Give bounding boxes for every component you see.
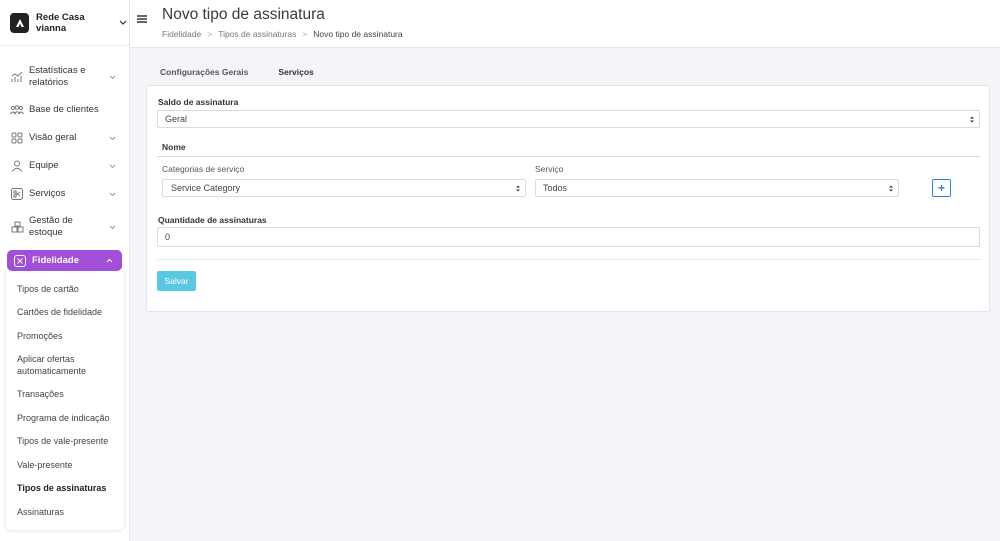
loyalty-icon [13,254,27,268]
page-title: Novo tipo de assinatura [162,6,325,23]
sidebar-item-label: Base de clientes [29,104,99,115]
select-arrows-icon [969,115,975,124]
breadcrumb-separator: > [207,29,213,39]
quantidade-label: Quantidade de assinaturas [158,215,267,225]
nome-divider [157,156,980,157]
form-tabs: Configurações Gerais Serviços [160,67,314,77]
sidebar-item-label: Gestão de estoque [29,215,73,238]
tab-configuracoes-gerais[interactable]: Configurações Gerais [160,67,248,77]
sidebar-item-gestao-estoque[interactable]: Gestão de estoque [0,208,129,246]
sidebar-item-label: Visão geral [29,132,77,143]
sidebar-item-equipe[interactable]: Equipe [0,152,129,180]
brand-logo [10,12,30,33]
saldo-select[interactable]: Geral [157,110,980,128]
boxes-icon [10,220,24,234]
quantidade-input-value: 0 [165,232,171,242]
breadcrumb-link-fidelidade[interactable]: Fidelidade [162,29,201,39]
sidebar-item-estatisticas[interactable]: Estatísticas e relatórios [0,58,129,96]
servico-select-value: Todos [543,183,568,193]
saldo-select-value: Geral [165,114,188,124]
nome-header: Nome [162,142,186,152]
hamburger-icon[interactable] [137,14,147,24]
chevron-up-icon [106,256,116,266]
breadcrumb-current: Novo tipo de assinatura [313,29,403,39]
submenu-item-aplicar-ofertas[interactable]: Aplicar ofertas automaticamente [6,348,124,383]
submenu-item-assinaturas[interactable]: Assinaturas [6,500,124,524]
categorias-label: Categorias de serviço [162,164,245,174]
sidebar-item-label: Fidelidade [32,254,79,266]
user-icon [10,159,24,173]
breadcrumb-link-tipos-assinaturas[interactable]: Tipos de assinaturas [218,29,296,39]
categorias-select-value: Service Category [171,183,241,193]
sidebar-nav: Estatísticas e relatórios Base de client… [0,46,129,531]
select-arrows-icon [515,184,521,193]
sidebar-item-label: Estatísticas e relatórios [29,65,86,88]
sidebar-item-fidelidade[interactable]: Fidelidade [7,250,122,271]
users-icon [10,103,24,117]
sidebar-item-label: Serviços [29,188,66,199]
submenu-item-tipos-assinaturas[interactable]: Tipos de assinaturas [6,477,124,501]
tab-servicos[interactable]: Serviços [278,67,313,77]
page-header: Novo tipo de assinatura Fidelidade > Tip… [130,0,1000,48]
select-arrows-icon [888,184,894,193]
sidebar-item-base-clientes[interactable]: Base de clientes [0,96,129,124]
grid-icon [10,131,24,145]
sidebar: Rede Casa vianna Estatísticas e relatóri… [0,0,130,541]
form-card: Saldo de assinatura Geral Nome Categoria… [146,85,990,312]
breadcrumb-separator: > [302,29,308,39]
chevron-down-icon [119,18,129,28]
chevron-down-icon [109,161,119,171]
sidebar-item-label: Equipe [29,160,59,171]
submenu-item-cartoes-fidelidade[interactable]: Cartões de fidelidade [6,301,124,325]
chevron-down-icon [109,133,119,143]
fidelidade-submenu: Tipos de cartão Cartões de fidelidade Pr… [5,271,125,531]
brand-switcher[interactable]: Rede Casa vianna [0,0,129,46]
servico-label: Serviço [535,164,564,174]
saldo-label: Saldo de assinatura [158,97,239,107]
quantidade-input[interactable]: 0 [157,227,980,247]
submenu-item-tipos-vale-presente[interactable]: Tipos de vale-presente [6,430,124,454]
chart-icon [10,70,24,84]
submenu-item-transacoes[interactable]: Transações [6,383,124,407]
scissors-icon [10,187,24,201]
save-button[interactable]: Salvar [157,271,196,291]
submenu-item-programa-indicacao[interactable]: Programa de indicação [6,406,124,430]
sidebar-item-visao-geral[interactable]: Visão geral [0,124,129,152]
add-service-button[interactable]: + [932,179,951,197]
sidebar-item-servicos[interactable]: Serviços [0,180,129,208]
chevron-down-icon [109,189,119,199]
submenu-item-tipos-cartao[interactable]: Tipos de cartão [6,277,124,301]
breadcrumb: Fidelidade > Tipos de assinaturas > Novo… [162,29,403,39]
categorias-select[interactable]: Service Category [162,179,526,197]
brand-name: Rede Casa vianna [36,11,85,34]
chevron-down-icon [109,222,119,232]
submenu-item-promocoes[interactable]: Promoções [6,324,124,348]
servico-select[interactable]: Todos [535,179,899,197]
submenu-item-vale-presente[interactable]: Vale-presente [6,453,124,477]
chevron-down-icon [109,72,119,82]
actions-divider [157,259,980,260]
